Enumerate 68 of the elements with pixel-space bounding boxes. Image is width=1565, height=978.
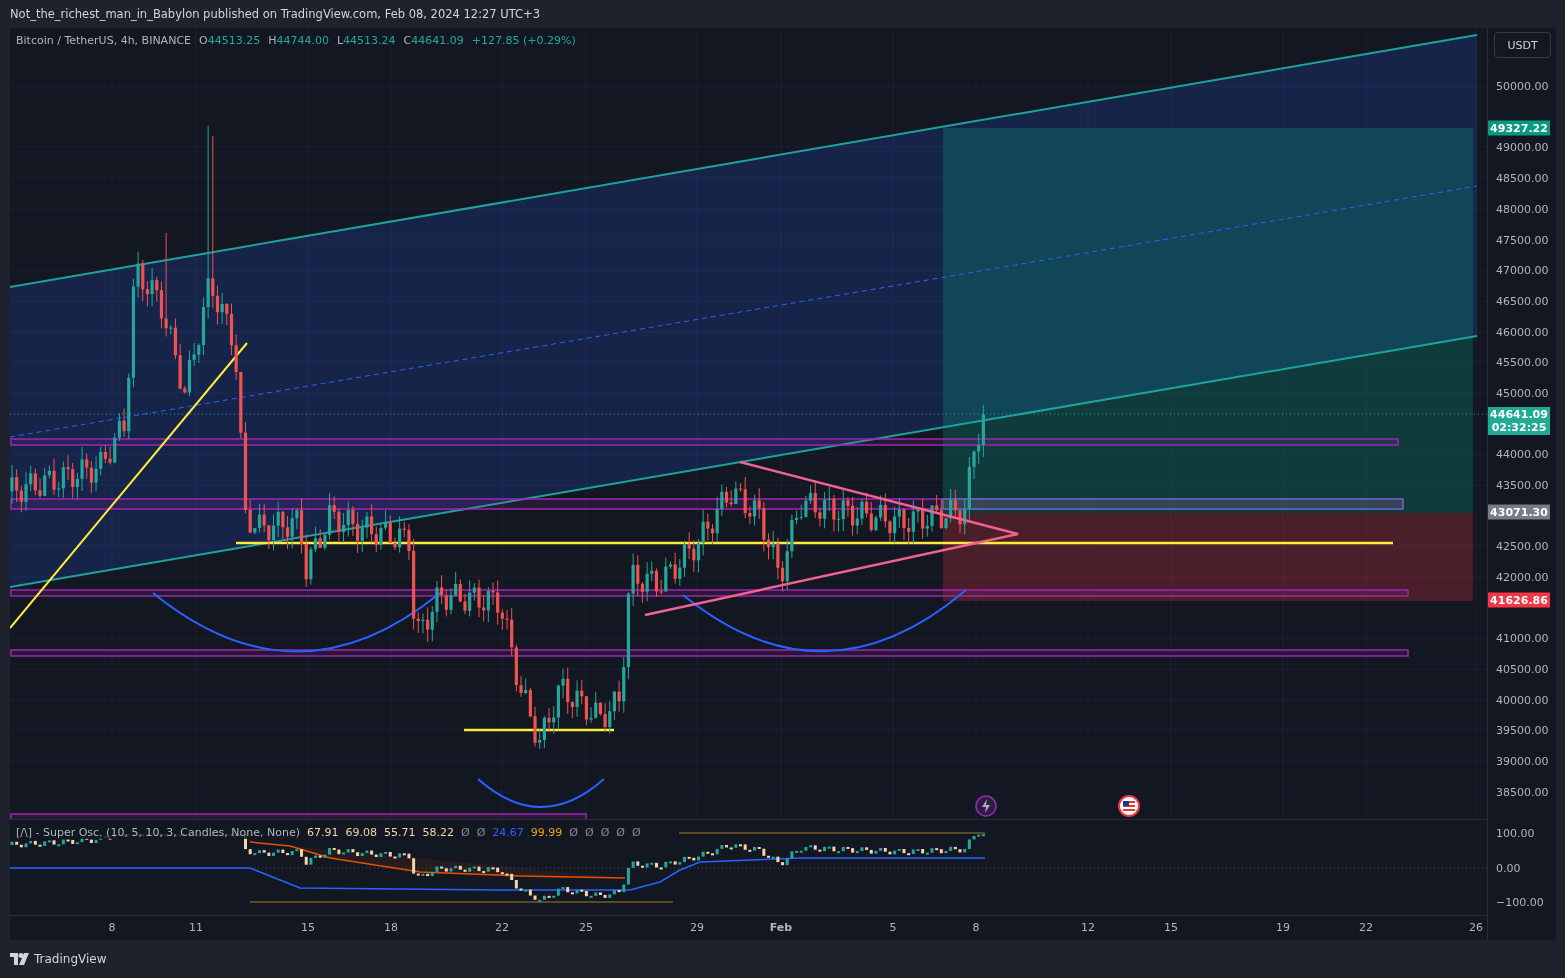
price-tag: 43071.30: [1488, 504, 1550, 520]
currency-button[interactable]: USDT: [1494, 32, 1551, 58]
indicator-value: Ø: [632, 826, 641, 840]
ohlc-value: H44744.00: [268, 34, 329, 47]
price-tick: 46500.00: [1496, 294, 1549, 308]
price-tick: 39000.00: [1496, 754, 1549, 768]
indicator-name: [/\] - Super Osc. (10, 5, 10, 3, Candles, None, None): [16, 826, 300, 840]
time-tick: 8: [972, 921, 980, 934]
indicator-value: Ø: [569, 826, 578, 840]
price-tick: 43500.00: [1496, 478, 1549, 492]
symbol-title: Bitcoin / TetherUS, 4h, BINANCE: [16, 34, 191, 47]
lightning-icon[interactable]: [975, 795, 997, 817]
time-tick: 22: [495, 921, 509, 934]
time-tick: 29: [690, 921, 704, 934]
price-tick: 38500.00: [1496, 785, 1549, 799]
price-tag: 44641.09 02:32:25: [1488, 407, 1550, 435]
brand-name: TradingView: [34, 952, 107, 966]
price-tag: 41626.86: [1488, 592, 1550, 608]
time-tick: 12: [1081, 921, 1095, 934]
price-tag: 49327.22: [1488, 120, 1550, 136]
time-tick: 15: [1164, 921, 1178, 934]
indicator-value: Ø: [461, 826, 470, 840]
time-tick: 22: [1359, 921, 1373, 934]
indicator-value: 55.71: [384, 826, 416, 840]
price-tick: 44000.00: [1496, 447, 1549, 461]
time-tick: 26: [1469, 921, 1483, 934]
time-tick: Feb: [769, 921, 793, 934]
price-tick: 39500.00: [1496, 723, 1549, 737]
indicator-value: 58.22: [422, 826, 454, 840]
indicator-value: 99.99: [530, 826, 563, 840]
indicator-value: 69.08: [345, 826, 377, 840]
price-tick: 48000.00: [1496, 202, 1549, 216]
indicator-value: Ø: [476, 826, 486, 840]
logo-icon: [10, 953, 30, 965]
time-tick: 11: [189, 921, 203, 934]
time-tick: 15: [301, 921, 315, 934]
time-tick: 8: [108, 921, 116, 934]
time-tick: 18: [384, 921, 398, 934]
price-tick: 42500.00: [1496, 539, 1549, 553]
price-tick: 45000.00: [1496, 386, 1549, 400]
oscillator-tick: −100.00: [1496, 895, 1544, 909]
price-tick: 40000.00: [1496, 693, 1549, 707]
ohlc-value: C44641.09: [403, 34, 464, 47]
price-tick: 40500.00: [1496, 662, 1549, 676]
ohlc-value: O44513.25: [199, 34, 261, 47]
price-tick: 49000.00: [1496, 140, 1549, 154]
price-tick: 41000.00: [1496, 631, 1549, 645]
price-tick: 45500.00: [1496, 355, 1549, 369]
oscillator-tick: 100.00: [1496, 826, 1535, 840]
price-tick: 48500.00: [1496, 171, 1549, 185]
time-tick: 25: [579, 921, 593, 934]
publisher-line: Not_the_richest_man_in_Babylon published on TradingView.com, Feb 08, 2024 12:27 UTC+3: [10, 7, 541, 21]
time-tick: 5: [889, 921, 897, 934]
price-tick: 46000.00: [1496, 325, 1549, 339]
indicator-value: Ø: [585, 826, 594, 840]
flag-icon[interactable]: [1118, 795, 1140, 817]
ohlc-value: L44513.24: [336, 34, 396, 47]
price-tick: 42000.00: [1496, 570, 1549, 584]
indicator-value: Ø: [616, 826, 625, 840]
indicator-value: Ø: [600, 826, 610, 840]
indicator-value: 67.91: [307, 826, 339, 840]
indicator-value: 24.67: [492, 826, 524, 840]
oscillator-tick: 0.00: [1496, 861, 1521, 875]
price-change: +127.85 (+0.29%): [471, 34, 576, 47]
price-tick: 47500.00: [1496, 233, 1549, 247]
price-tick: 47000.00: [1496, 263, 1549, 277]
time-tick: 19: [1276, 921, 1290, 934]
price-tick: 50000.00: [1496, 79, 1549, 93]
